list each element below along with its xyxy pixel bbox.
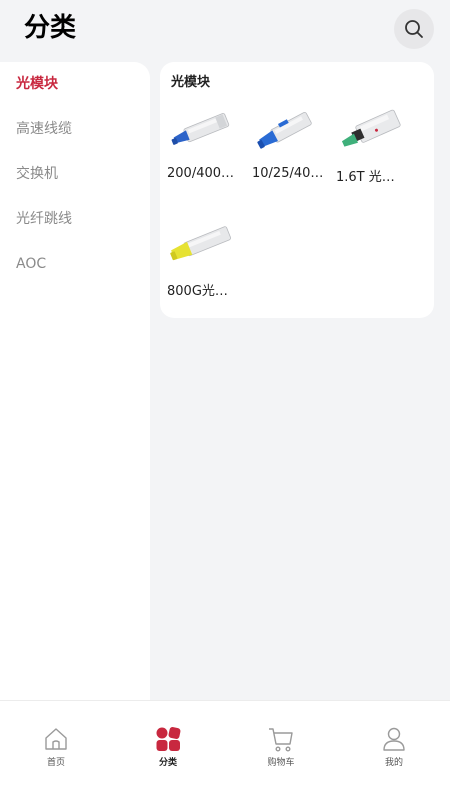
sidebar-item-fiber-patch-cord[interactable]: 光纤跳线 (16, 209, 72, 229)
transceiver-image (257, 111, 312, 149)
product-name: 200/400… (167, 166, 235, 181)
tab-cart-label: 购物车 (267, 758, 295, 768)
product-name: 10/25/40… (252, 166, 324, 181)
tab-profile-label: 我的 (384, 758, 403, 768)
bottom-tab-bar: 首页 分类 购物车 我的 (0, 700, 450, 801)
category-icon (156, 727, 181, 751)
product-card[interactable]: 800G光… (167, 216, 243, 299)
transceiver-image (170, 226, 232, 261)
category-sidebar: 光模块 高速线缆 交换机 光纤跳线 AOC (0, 62, 150, 702)
tab-home[interactable]: 首页 (26, 725, 86, 768)
page-title: 分类 (24, 13, 77, 43)
profile-icon (383, 727, 405, 751)
search-icon (405, 20, 423, 38)
sidebar-item-optical-module[interactable]: 光模块 (16, 74, 58, 94)
header: 分类 (0, 0, 450, 60)
product-card[interactable]: 1.6T 光… (336, 102, 412, 185)
transceiver-image (341, 109, 401, 147)
product-grid-card: 光模块 200/400… 10/25/40… 1.6T 光… 800G光… (160, 62, 434, 318)
search-button[interactable] (394, 9, 434, 49)
tab-category[interactable]: 分类 (138, 725, 198, 768)
tab-profile[interactable]: 我的 (364, 725, 424, 768)
product-name: 1.6T 光… (336, 170, 395, 185)
tab-cart[interactable]: 购物车 (251, 725, 311, 768)
home-icon (45, 728, 67, 750)
tab-category-label: 分类 (158, 758, 177, 768)
sidebar-item-high-speed-cable[interactable]: 高速线缆 (16, 119, 72, 139)
product-card[interactable]: 10/25/40… (252, 102, 328, 181)
cart-icon (269, 728, 293, 752)
product-name: 800G光… (167, 284, 228, 299)
tab-home-label: 首页 (46, 758, 65, 768)
sidebar-item-switch[interactable]: 交换机 (16, 164, 58, 184)
sidebar-item-aoc[interactable]: AOC (16, 254, 46, 274)
product-card[interactable]: 200/400… (167, 102, 243, 181)
transceiver-image (171, 113, 230, 145)
section-title: 光模块 (171, 75, 211, 90)
